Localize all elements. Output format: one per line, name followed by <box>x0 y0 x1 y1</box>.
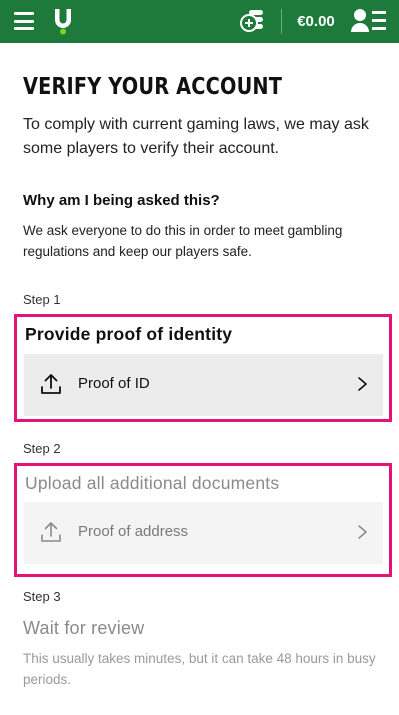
page-title: VERIFY YOUR ACCOUNT <box>23 74 283 100</box>
proof-of-id-button[interactable]: Proof of ID <box>24 354 383 416</box>
intro-text: To comply with current gaming laws, we m… <box>23 116 369 157</box>
balance-button[interactable]: €0.00 <box>286 0 346 43</box>
header-divider <box>281 9 282 34</box>
step-3-label: Step 3 <box>23 589 61 604</box>
step-2-label: Step 2 <box>23 441 61 456</box>
step-1-title: Provide proof of identity <box>25 324 233 344</box>
why-heading: Why am I being asked this? <box>23 192 220 209</box>
why-text: We ask everyone to do this in order to m… <box>23 223 343 259</box>
step-2-title: Upload all additional documents <box>25 473 280 493</box>
step-3-title: Wait for review <box>23 618 145 638</box>
step-3-description: This usually takes minutes, but it can t… <box>23 651 376 687</box>
upload-icon <box>41 522 61 542</box>
step-2-card: Upload all additional documents Proof of… <box>14 463 392 577</box>
account-icon[interactable] <box>351 8 387 34</box>
step-1-card: Provide proof of identity Proof of ID <box>14 314 392 422</box>
proof-of-id-label: Proof of ID <box>78 375 150 392</box>
upload-icon <box>41 374 61 394</box>
proof-of-address-label: Proof of address <box>78 523 189 540</box>
brand-logo-icon[interactable] <box>52 7 74 35</box>
top-navigation-bar: €0.00 <box>0 0 399 43</box>
bonus-icon[interactable] <box>240 8 266 34</box>
menu-icon[interactable] <box>14 12 34 30</box>
chevron-right-icon <box>358 525 367 539</box>
chevron-right-icon <box>358 377 367 391</box>
proof-of-address-button[interactable]: Proof of address <box>24 502 383 564</box>
step-1-label: Step 1 <box>23 292 61 307</box>
